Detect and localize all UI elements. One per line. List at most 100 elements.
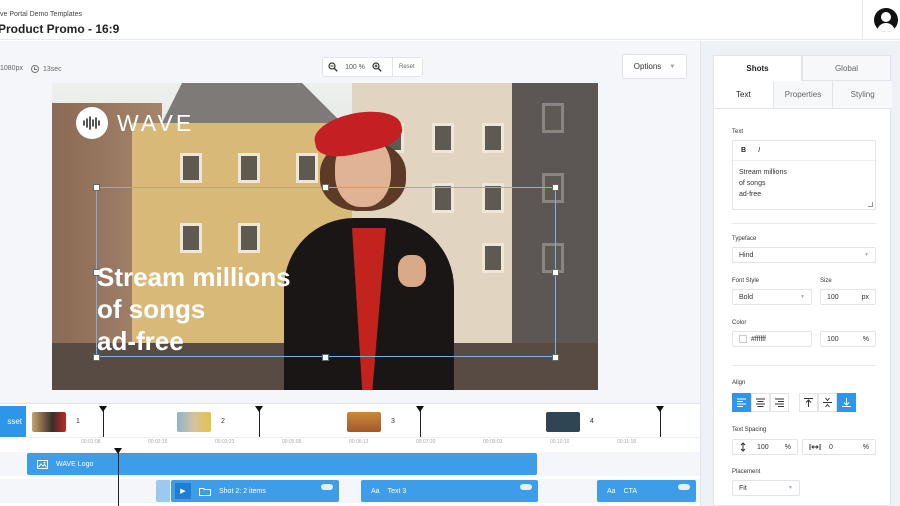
shot-item[interactable]: 1 xyxy=(32,406,80,437)
wave-logo[interactable]: WAVE xyxy=(76,107,194,139)
align-right-icon xyxy=(775,398,784,407)
track-handle[interactable] xyxy=(156,480,170,502)
opacity-unit: % xyxy=(862,335,869,343)
zoom-out-icon xyxy=(328,62,338,72)
shot-item[interactable]: 3 xyxy=(347,406,395,437)
shot-number: 4 xyxy=(590,418,594,425)
typeface-select[interactable]: Hind ▼ xyxy=(732,247,876,263)
time-tick: 00:02:15 xyxy=(148,439,168,445)
text-icon: Aa xyxy=(607,487,616,495)
window-shape xyxy=(296,153,318,183)
align-center-button[interactable] xyxy=(751,393,770,412)
asset-button[interactable]: sset xyxy=(0,406,26,437)
overlay-line: Stream millions xyxy=(97,262,291,292)
zoom-reset-button[interactable]: Reset xyxy=(392,58,415,76)
resize-handle[interactable] xyxy=(93,184,100,191)
track-items: 2 items xyxy=(243,487,266,495)
opacity-input[interactable]: 100 % xyxy=(820,331,876,347)
shot-marker[interactable] xyxy=(416,406,424,437)
align-center-icon xyxy=(756,398,765,407)
line-spacing-input[interactable]: 100 % xyxy=(732,439,798,455)
video-preview[interactable]: WAVE Stream millions of songs ad-free xyxy=(52,83,598,390)
chevron-down-icon: ▼ xyxy=(864,252,869,258)
time-tick: 00:01:08 xyxy=(81,439,101,445)
resize-grip-icon[interactable] xyxy=(868,202,873,207)
options-button[interactable]: Options ▼ xyxy=(622,54,687,79)
properties-panel: Shots Global Text Properties Styling Tex… xyxy=(700,41,900,506)
resize-handle[interactable] xyxy=(552,269,559,276)
time-tick: 00:10:10 xyxy=(550,439,570,445)
chevron-down-icon: ▼ xyxy=(800,294,805,300)
placement-select[interactable]: Fit ▼ xyxy=(732,480,800,496)
text-line: ad-free xyxy=(739,191,762,198)
playhead[interactable] xyxy=(114,448,122,506)
align-bottom-button[interactable] xyxy=(837,393,856,412)
resize-handle[interactable] xyxy=(552,184,559,191)
track-cta[interactable]: Aa CTA xyxy=(597,480,696,502)
canvas-duration: 13sec xyxy=(31,65,62,73)
track-text-3[interactable]: Aa Text 3 xyxy=(361,480,538,502)
resize-handle[interactable] xyxy=(552,354,559,361)
breadcrumb[interactable]: ve Portal Demo Templates xyxy=(0,11,82,18)
chevron-down-icon: ▼ xyxy=(788,485,793,491)
zoom-out-button[interactable] xyxy=(323,58,343,76)
shot-marker[interactable] xyxy=(99,406,107,437)
tab-global[interactable]: Global xyxy=(802,55,891,81)
time-tick: 00:07:20 xyxy=(416,439,436,445)
avatar-head-shape xyxy=(881,12,891,22)
zoom-control: 100 % Reset xyxy=(322,57,423,77)
color-swatch[interactable] xyxy=(739,335,747,343)
font-size-input[interactable]: 100 px xyxy=(820,289,876,305)
align-middle-button[interactable] xyxy=(818,393,837,412)
visibility-toggle[interactable] xyxy=(678,484,690,490)
letter-spacing-input[interactable]: 0 % xyxy=(802,439,876,455)
window-shape xyxy=(542,103,564,133)
shot-item[interactable]: 4 xyxy=(546,406,594,437)
clock-icon xyxy=(31,65,39,73)
align-top-button[interactable] xyxy=(799,393,818,412)
opacity-value: 100 xyxy=(827,335,839,343)
timeline: sset 1 2 3 4 00:01:08 00:02:15 00:03:23 … xyxy=(0,403,700,506)
color-input[interactable]: #ffffff xyxy=(732,331,812,347)
avatar[interactable] xyxy=(874,8,898,32)
align-right-button[interactable] xyxy=(770,393,789,412)
shot-marker[interactable] xyxy=(255,406,263,437)
app-header: ve Portal Demo Templates Product Promo -… xyxy=(0,0,900,40)
text-editor[interactable]: B I Stream millions of songs ad-free xyxy=(732,140,876,210)
font-style-select[interactable]: Bold ▼ xyxy=(732,289,812,305)
shot-marker[interactable] xyxy=(656,406,664,437)
track-shot-2[interactable]: ▶ Shot 2: 2 items xyxy=(171,480,339,502)
shot-thumbnail xyxy=(177,411,211,432)
resize-handle[interactable] xyxy=(322,354,329,361)
tab-text[interactable]: Text xyxy=(714,81,773,108)
tab-properties[interactable]: Properties xyxy=(772,81,833,108)
chevron-down-icon: ▼ xyxy=(669,63,676,70)
zoom-in-button[interactable] xyxy=(367,58,387,76)
resize-handle[interactable] xyxy=(322,184,329,191)
text-label: Text xyxy=(732,129,744,135)
overlay-text[interactable]: Stream millions of songs ad-free xyxy=(97,261,291,357)
align-left-button[interactable] xyxy=(732,393,751,412)
text-line: of songs xyxy=(739,180,766,187)
overlay-line: ad-free xyxy=(97,326,184,356)
italic-button[interactable]: I xyxy=(758,147,760,154)
visibility-toggle[interactable] xyxy=(520,484,532,490)
zoom-in-icon xyxy=(372,62,382,72)
canvas-duration-value: 13sec xyxy=(43,65,62,73)
tab-styling[interactable]: Styling xyxy=(832,81,893,108)
track-lane xyxy=(0,479,700,503)
bold-button[interactable]: B xyxy=(741,147,746,154)
time-ruler[interactable]: 00:01:08 00:02:15 00:03:23 00:05:05 00:0… xyxy=(28,437,700,449)
align-bottom-icon xyxy=(842,398,851,407)
shot-item[interactable]: 2 xyxy=(177,406,225,437)
size-label: Size xyxy=(820,278,832,284)
time-tick: 00:03:23 xyxy=(215,439,235,445)
shot-thumbnail xyxy=(546,411,580,432)
font-style-value: Bold xyxy=(739,293,754,301)
tab-shots[interactable]: Shots xyxy=(713,55,802,81)
text-content[interactable]: Stream millions of songs ad-free xyxy=(733,161,875,206)
placement-value: Fit xyxy=(739,484,747,492)
play-icon[interactable]: ▶ xyxy=(175,483,191,499)
track-wave-logo[interactable]: WAVE Logo xyxy=(27,453,537,475)
visibility-toggle[interactable] xyxy=(321,484,333,490)
